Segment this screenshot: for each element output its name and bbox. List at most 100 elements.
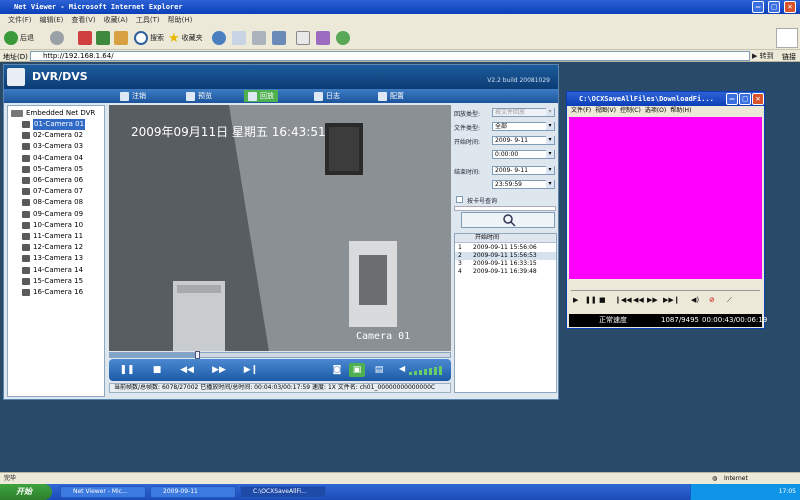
volume-slider[interactable]: ◀ — [399, 364, 445, 375]
camera-item[interactable]: 01-Camera 01 — [22, 119, 86, 130]
camera-item[interactable]: 06-Camera 06 — [22, 175, 83, 186]
search-submit-button[interactable] — [461, 212, 555, 228]
favorites-label: 收藏夹 — [181, 34, 203, 42]
stop-playback-icon[interactable]: ■ — [149, 363, 165, 377]
download-icon[interactable]: ▤ — [371, 363, 387, 377]
edit-button[interactable] — [272, 30, 286, 46]
snapshot-icon[interactable]: ◙ — [329, 363, 345, 377]
end-date-picker[interactable]: 2009- 9-11 — [492, 166, 555, 175]
ocx-sound-icon[interactable]: ◀) — [691, 296, 699, 304]
nav-playback[interactable]: 回放 — [244, 90, 278, 102]
camera-item[interactable]: 13-Camera 13 — [22, 253, 83, 264]
print-button[interactable] — [252, 30, 266, 46]
pause-icon[interactable]: ❚❚ — [119, 363, 135, 377]
result-time: 2009-09-11 16:33:15 — [473, 260, 537, 267]
menu-file[interactable]: 文件(F) — [8, 14, 32, 26]
menu-tools[interactable]: 工具(T) — [136, 14, 160, 26]
nav-preview[interactable]: 预览 — [182, 90, 216, 102]
ocx-next-icon[interactable]: ▶▶❙ — [663, 296, 680, 304]
menu-view[interactable]: 查看(V) — [71, 14, 95, 26]
clip-icon[interactable]: ▣ — [349, 363, 365, 377]
result-row[interactable]: 3 2009-09-11 16:33:15 — [455, 260, 556, 268]
maximize-button[interactable]: □ — [768, 1, 780, 13]
mail-button[interactable] — [232, 30, 246, 46]
close-button[interactable]: ✕ — [784, 1, 796, 13]
result-row[interactable]: 2 2009-09-11 15:56:53 — [455, 252, 556, 260]
camera-item[interactable]: 10-Camera 10 — [22, 220, 83, 231]
ocx-maximize-button[interactable]: □ — [739, 93, 751, 105]
camera-item[interactable]: 11-Camera 11 — [22, 231, 83, 242]
ocx-seek-bar[interactable] — [571, 285, 760, 291]
task-ie[interactable]: Net Viewer - Mic... — [60, 486, 146, 498]
end-time-spinner[interactable]: 23:59:59 — [492, 180, 555, 189]
nav-config[interactable]: 配置 — [374, 90, 408, 102]
menu-edit[interactable]: 编辑(E) — [40, 14, 64, 26]
camera-item[interactable]: 07-Camera 07 — [22, 186, 83, 197]
result-row[interactable]: 4 2009-09-11 16:39:48 — [455, 268, 556, 276]
messenger-button[interactable] — [336, 30, 350, 46]
favorites-button[interactable]: ★ 收藏夹 — [168, 30, 203, 46]
fast-icon[interactable]: ▶▶ — [211, 363, 227, 377]
ocx-minimize-button[interactable]: – — [726, 93, 738, 105]
seek-bar[interactable] — [109, 351, 451, 359]
task-folder[interactable]: 2009-09-11 — [150, 486, 236, 498]
slow-icon[interactable]: ◀◀ — [179, 363, 195, 377]
card-input[interactable] — [454, 206, 556, 211]
discuss-button[interactable] — [296, 30, 310, 46]
ocx-play-icon[interactable]: ▶ — [573, 296, 578, 304]
file-type-select[interactable]: 全部 — [492, 122, 555, 131]
ocx-menu-file[interactable]: 文件(F) — [571, 106, 591, 116]
ocx-volume-slider[interactable]: ⟋ — [727, 296, 732, 305]
stop-button[interactable] — [78, 30, 92, 46]
ocx-menu-view[interactable]: 视图(V) — [595, 106, 616, 116]
research-button[interactable] — [316, 30, 330, 46]
ocx-close-button[interactable]: ✕ — [752, 93, 764, 105]
links-label[interactable]: 链接 — [782, 52, 796, 62]
menu-help[interactable]: 帮助(H) — [168, 14, 193, 26]
start-button[interactable]: 开始 — [0, 484, 52, 500]
address-input[interactable]: http://192.168.1.64/ — [30, 51, 750, 61]
tree-root[interactable]: Embedded Net DVR — [11, 108, 95, 119]
camera-item[interactable]: 12-Camera 12 — [22, 242, 83, 253]
start-time-spinner[interactable]: 0:00:00 — [492, 150, 555, 159]
camera-item[interactable]: 14-Camera 14 — [22, 265, 83, 276]
task-ocx[interactable]: C:\OCXSaveAllFi... — [240, 486, 326, 498]
search-button[interactable]: 搜索 — [134, 30, 164, 46]
frame-step-icon[interactable]: ▶❙ — [243, 363, 259, 377]
ocx-prev-icon[interactable]: ❙◀◀ — [615, 296, 632, 304]
go-button[interactable]: ▶ 转到 — [752, 51, 774, 61]
camera-item[interactable]: 03-Camera 03 — [22, 141, 83, 152]
refresh-button[interactable] — [96, 30, 110, 46]
seek-knob[interactable] — [194, 351, 200, 359]
ocx-snapshot-icon[interactable]: ⊘ — [709, 296, 715, 304]
start-date-picker[interactable]: 2009- 9-11 — [492, 136, 555, 145]
card-checkbox[interactable] — [456, 196, 463, 203]
camera-item[interactable]: 16-Camera 16 — [22, 287, 83, 298]
nav-log[interactable]: 日志 — [310, 90, 344, 102]
result-row[interactable]: 1 2009-09-11 15:56:06 — [455, 244, 556, 252]
record-type-select[interactable]: 按文件回放 — [492, 108, 555, 117]
home-button[interactable] — [114, 30, 128, 46]
ocx-menu-control[interactable]: 控制(C) — [620, 106, 641, 116]
minimize-button[interactable]: – — [752, 1, 764, 13]
menu-favorites[interactable]: 收藏(A) — [104, 14, 128, 26]
history-button[interactable] — [212, 30, 226, 46]
camera-item[interactable]: 08-Camera 08 — [22, 197, 83, 208]
camera-item[interactable]: 04-Camera 04 — [22, 153, 83, 164]
nav-logout[interactable]: 注销 — [116, 90, 150, 102]
camera-item[interactable]: 05-Camera 05 — [22, 164, 83, 175]
ocx-video[interactable] — [569, 117, 762, 279]
ocx-pause-icon[interactable]: ❚❚ — [585, 296, 597, 304]
forward-button[interactable] — [50, 30, 64, 46]
video-player[interactable]: 2009年09月11日 星期五 16:43:51 Camera 01 — [109, 105, 451, 351]
camera-item[interactable]: 02-Camera 02 — [22, 130, 83, 141]
camera-item[interactable]: 15-Camera 15 — [22, 276, 83, 287]
back-button[interactable]: 后退 — [4, 30, 34, 46]
ocx-menu-help[interactable]: 帮助(H) — [670, 106, 691, 116]
ocx-fast-icon[interactable]: ▶▶ — [647, 296, 658, 304]
camera-tree: Embedded Net DVR 01-Camera 01 02-Camera 0… — [7, 105, 105, 397]
ocx-stop-icon[interactable]: ■ — [599, 296, 606, 304]
ocx-slow-icon[interactable]: ◀◀ — [633, 296, 644, 304]
camera-item[interactable]: 09-Camera 09 — [22, 209, 83, 220]
ocx-menu-options[interactable]: 选项(O) — [645, 106, 666, 116]
